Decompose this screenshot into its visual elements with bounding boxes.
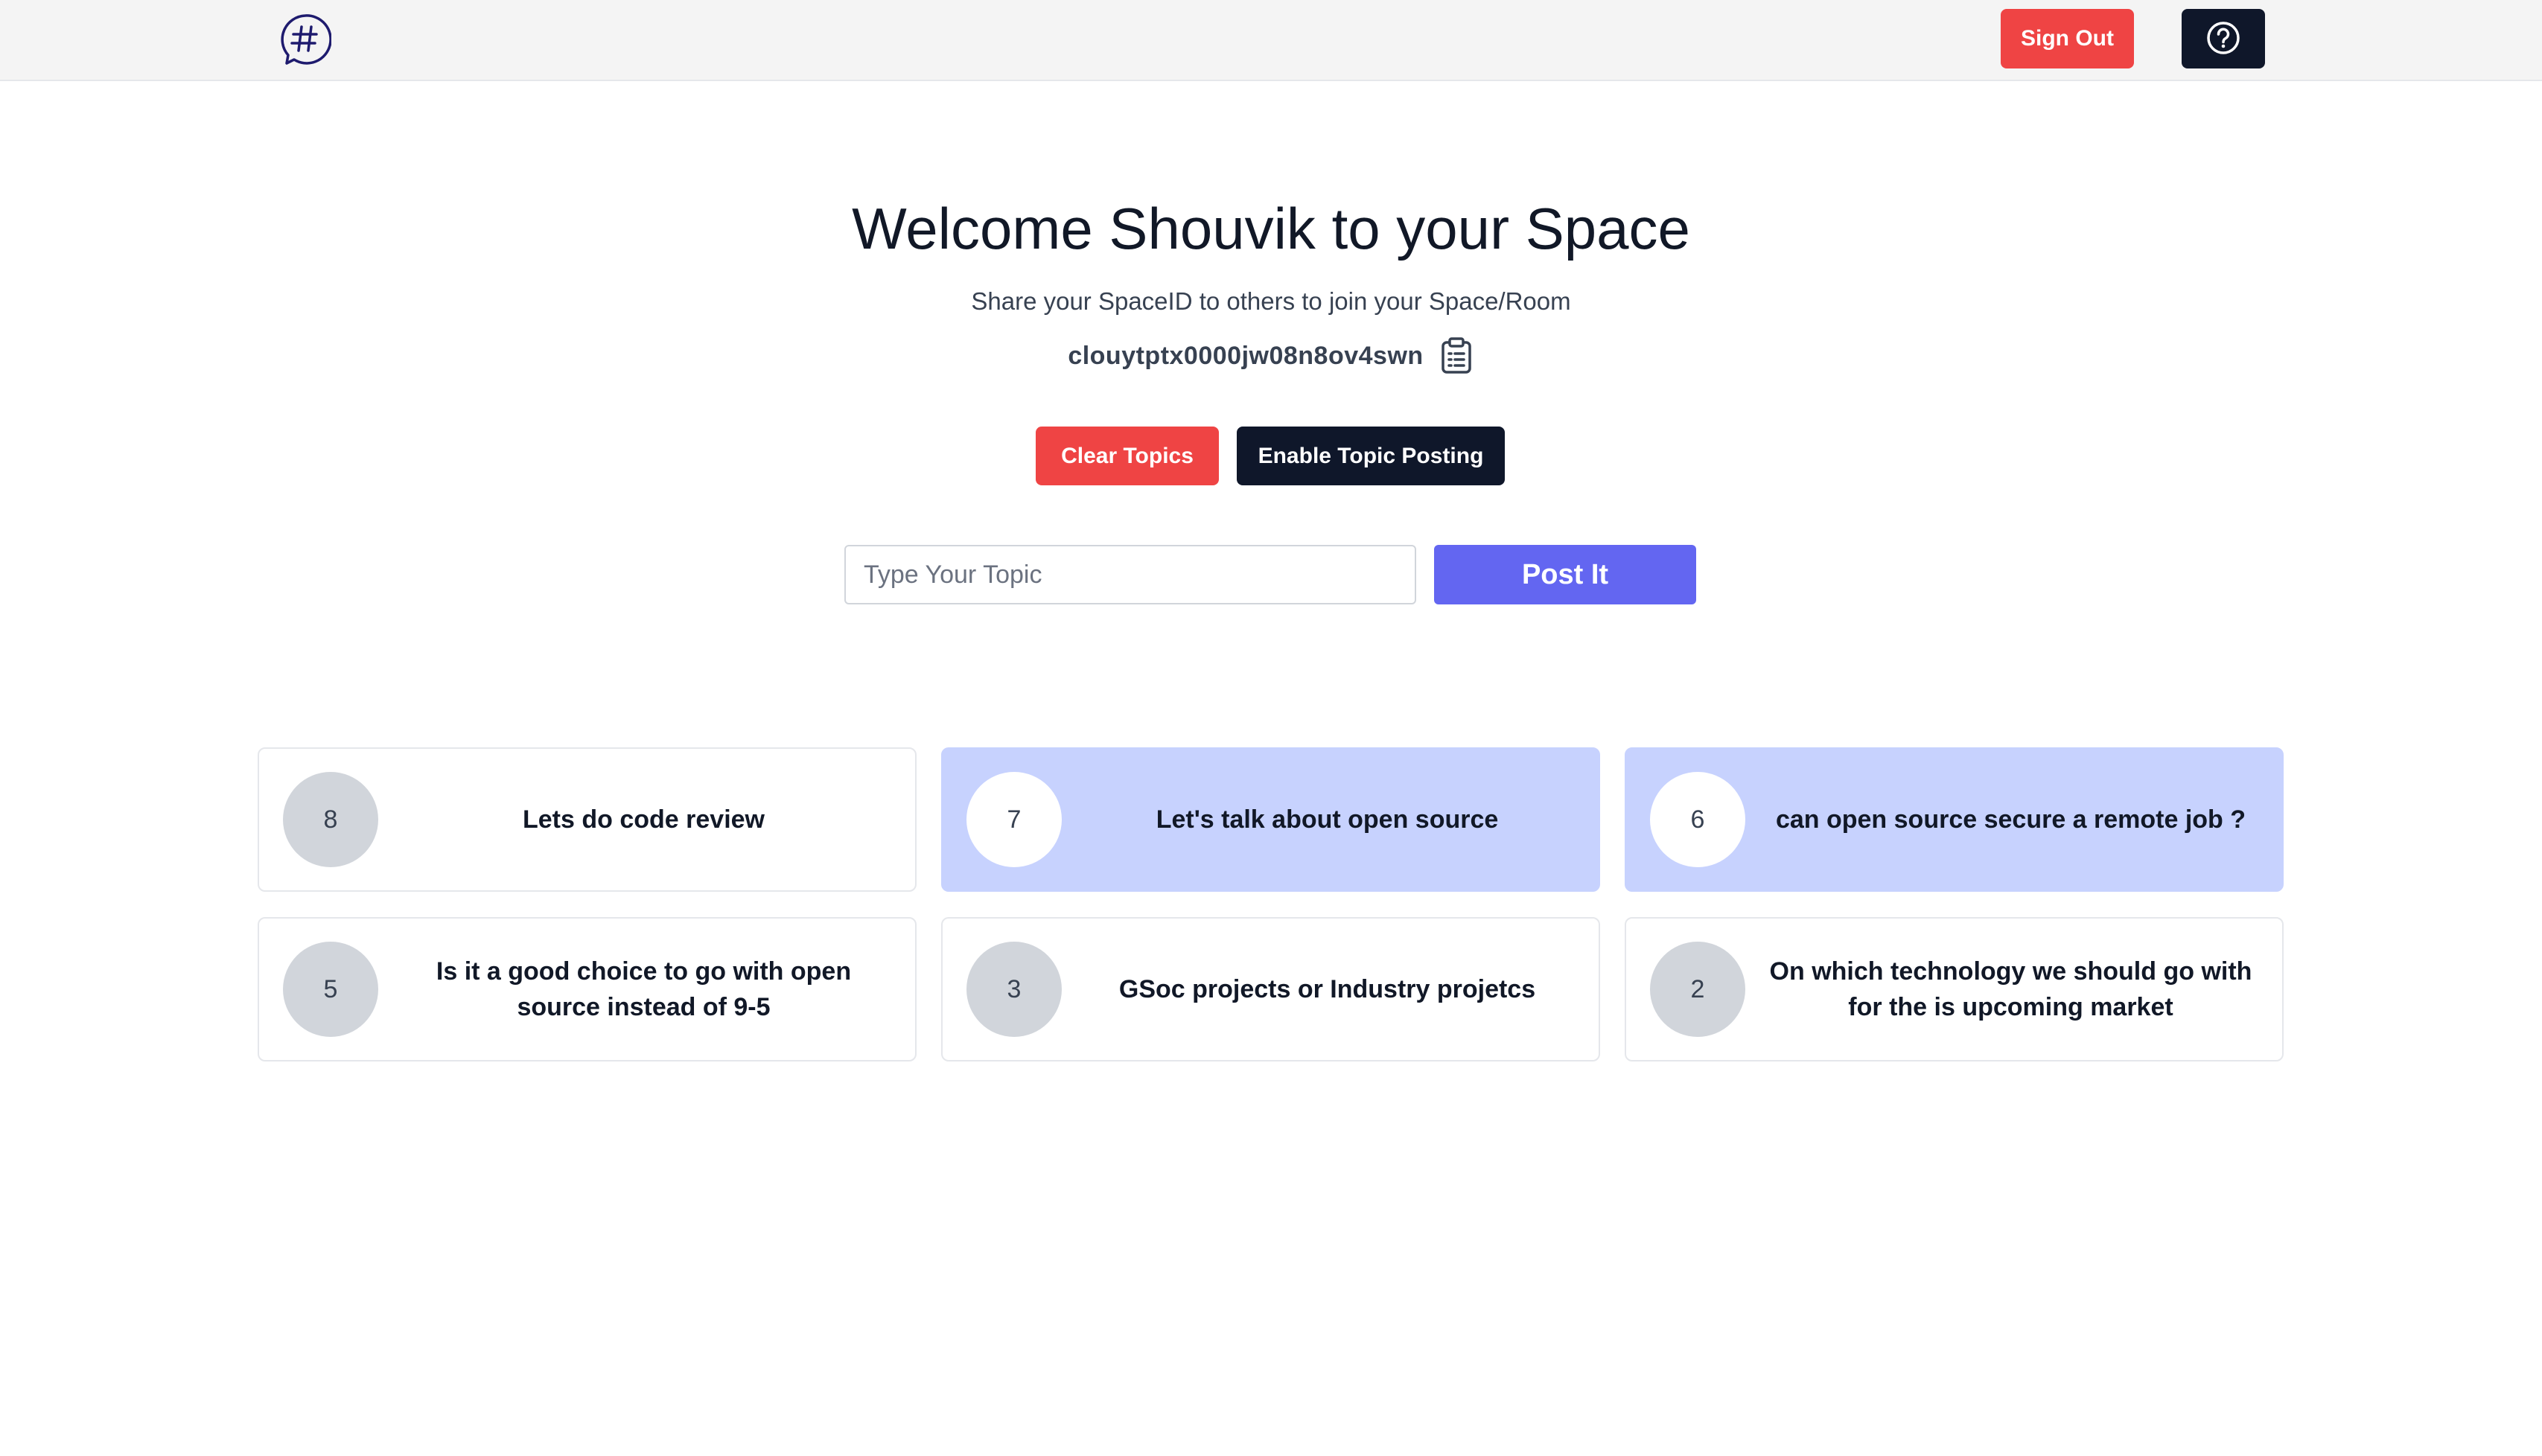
vote-count[interactable]: 7 [966, 772, 1062, 867]
topic-text: GSoc projects or Industry projetcs [1118, 975, 1536, 1003]
help-button[interactable] [2182, 9, 2265, 68]
topic-input[interactable] [844, 545, 1416, 604]
page-title: Welcome Shouvik to your Space [852, 196, 1690, 261]
vote-count[interactable]: 5 [283, 942, 378, 1037]
topic-card[interactable]: 6 can open source secure a remote job ? [1625, 747, 2284, 892]
topic-card[interactable]: 8 Lets do code review [258, 747, 917, 892]
page-subtitle: Share your SpaceID to others to join you… [971, 287, 1571, 315]
question-circle-icon [2205, 20, 2241, 58]
topic-card[interactable]: 7 Let's talk about open source [941, 747, 1600, 892]
topics-grid: 8 Lets do code review 7 Let's talk about… [258, 747, 2284, 1061]
topic-text: Let's talk about open source [1156, 805, 1499, 834]
hash-chat-bubble-icon[interactable] [279, 13, 332, 66]
topic-text: can open source secure a remote job ? [1775, 805, 2246, 834]
topic-text: Is it a good choice to go with open sour… [436, 957, 852, 1021]
vote-count[interactable]: 6 [1650, 772, 1745, 867]
clipboard-icon[interactable] [1439, 336, 1474, 375]
post-it-button[interactable]: Post It [1434, 545, 1696, 604]
vote-count[interactable]: 2 [1650, 942, 1745, 1037]
topic-text: On which technology we should go with fo… [1769, 957, 2252, 1021]
vote-count[interactable]: 3 [966, 942, 1062, 1037]
enable-topic-posting-button[interactable]: Enable Topic Posting [1237, 427, 1505, 485]
clear-topics-button[interactable]: Clear Topics [1036, 427, 1219, 485]
topic-card[interactable]: 3 GSoc projects or Industry projetcs [941, 917, 1600, 1061]
vote-count[interactable]: 8 [283, 772, 378, 867]
topic-text: Lets do code review [523, 805, 765, 834]
navbar: Sign Out [0, 0, 2542, 81]
space-id: clouytptx0000jw08n8ov4swn [1068, 341, 1424, 370]
sign-out-button[interactable]: Sign Out [2001, 9, 2134, 68]
space-id-row: clouytptx0000jw08n8ov4swn [0, 336, 2542, 375]
topic-card[interactable]: 5 Is it a good choice to go with open so… [258, 917, 917, 1061]
topic-card[interactable]: 2 On which technology we should go with … [1625, 917, 2284, 1061]
